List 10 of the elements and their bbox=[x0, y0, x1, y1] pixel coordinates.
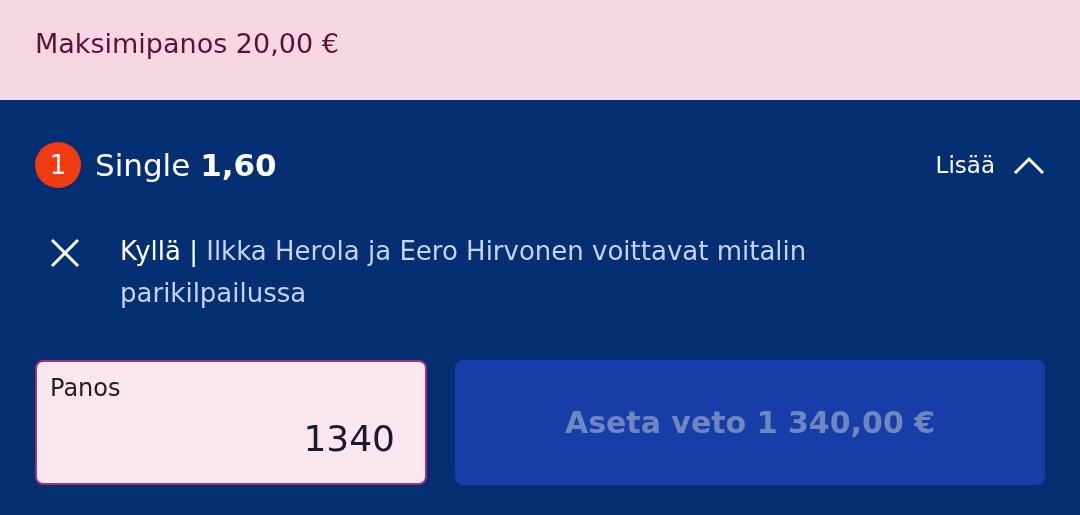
chevron-icon bbox=[1013, 155, 1045, 175]
bet-title: Single 1,60 bbox=[95, 147, 277, 183]
stake-value[interactable]: 1340 bbox=[303, 418, 395, 459]
stake-field[interactable]: Panos 1340 bbox=[35, 360, 427, 485]
max-stake-message: Maksimipanos 20,00 € bbox=[35, 27, 339, 61]
bet-count-badge: 1 bbox=[35, 142, 81, 188]
close-icon[interactable] bbox=[50, 238, 80, 268]
selection-text: Kyllä | Ilkka Herola ja Eero Hirvonen voittavat mitalin parikilpailussa bbox=[120, 235, 808, 310]
more-toggle[interactable]: Lisää bbox=[935, 152, 1045, 178]
stake-label: Panos bbox=[50, 374, 121, 402]
